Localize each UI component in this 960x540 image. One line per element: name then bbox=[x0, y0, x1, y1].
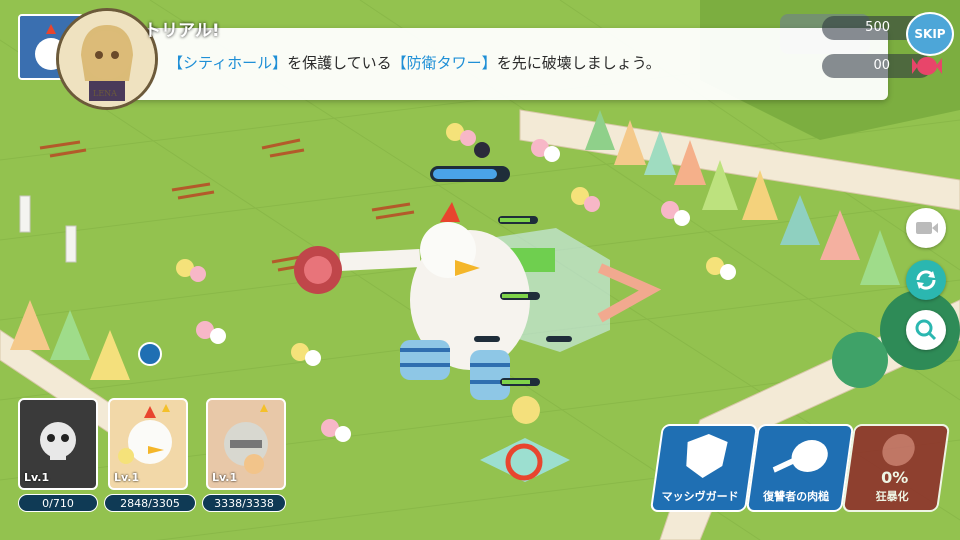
camera-button[interactable] bbox=[906, 208, 946, 248]
tutorial-dialog: 【シティホール】を保護している【防衛タワー】を先に破壊しましょう。 bbox=[108, 28, 888, 100]
unit-hp-text: 0/710 bbox=[42, 497, 74, 510]
message-mid: を保護している bbox=[287, 54, 392, 72]
unit-hp-text: 3338/3338 bbox=[214, 497, 274, 510]
unit-level: Lv.1 bbox=[114, 471, 140, 484]
unit-hp-3: 3338/3338 bbox=[202, 494, 286, 512]
magnifier-icon bbox=[915, 319, 937, 341]
enemy-unit[interactable] bbox=[474, 142, 490, 158]
camera-icon bbox=[916, 222, 938, 234]
shield-icon bbox=[686, 434, 728, 478]
enemy-hp-bar bbox=[430, 166, 510, 182]
city-hall-highlight: 【シティホール】 bbox=[168, 54, 288, 72]
candy-value: 00 bbox=[873, 58, 890, 73]
unit-card-3[interactable]: Lv.1 bbox=[206, 398, 286, 490]
unit-card-2[interactable]: Lv.1 bbox=[108, 398, 188, 490]
candy-icon bbox=[912, 57, 942, 75]
class-badge-icon bbox=[138, 342, 162, 366]
skill-label: 復讐者の肉槌 bbox=[763, 490, 830, 503]
skill-massive-guard-button[interactable]: マッシヴガード bbox=[649, 424, 759, 512]
guide-name: LENA bbox=[93, 89, 117, 98]
unit-level: Lv.1 bbox=[212, 471, 238, 484]
knight-unit[interactable] bbox=[512, 396, 540, 424]
skip-button[interactable]: SKIP bbox=[906, 12, 954, 56]
unit-card-1[interactable]: Lv.1 bbox=[18, 398, 98, 490]
skip-label: SKIP bbox=[914, 27, 946, 41]
unit-level: Lv.1 bbox=[24, 471, 50, 484]
dialog-title: トリアル! bbox=[144, 21, 220, 41]
message-suffix: を先に破壊しましょう。 bbox=[496, 54, 661, 72]
skill-berserk-button[interactable]: 0% 狂暴化 bbox=[841, 424, 951, 512]
unit-hp-text: 2848/3305 bbox=[120, 497, 180, 510]
tutorial-message: 【シティホール】を保護している【防衛タワー】を先に破壊しましょう。 bbox=[168, 52, 661, 73]
skill-avenger-mallet-button[interactable]: 復讐者の肉槌 bbox=[745, 424, 855, 512]
unit-hp-1: 0/710 bbox=[18, 494, 98, 512]
guide-portrait: LENA bbox=[56, 8, 158, 110]
gold-value: 500 bbox=[865, 20, 890, 35]
skill-charge-percent: 0% bbox=[881, 468, 909, 487]
defense-tower-highlight: 【防衛タワー】 bbox=[391, 54, 497, 72]
zoom-button[interactable] bbox=[906, 310, 946, 350]
unit-hp-2: 2848/3305 bbox=[104, 494, 196, 512]
meat-mallet-icon bbox=[772, 440, 828, 473]
skill-label: 狂暴化 bbox=[875, 490, 909, 503]
refresh-button[interactable] bbox=[906, 260, 946, 300]
skill-label: マッシヴガード bbox=[661, 490, 739, 503]
refresh-icon bbox=[916, 270, 936, 290]
